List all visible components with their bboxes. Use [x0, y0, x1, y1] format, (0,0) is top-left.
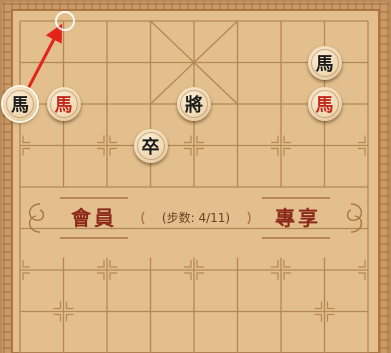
piece-glyph: 卒	[141, 136, 160, 158]
chess-board[interactable]: 會員 (步数: 4/11) 專享 馬馬馬將馬卒	[0, 0, 391, 353]
piece-glyph: 馬	[11, 95, 29, 116]
piece-red-horse-left[interactable]: 馬	[46, 87, 81, 121]
step-counter: (步数: 4/11)	[161, 211, 231, 225]
river-label-left: 會員	[71, 206, 117, 230]
piece-black-horse-top[interactable]: 馬	[307, 45, 342, 80]
piece-red-horse-right[interactable]: 馬	[307, 87, 342, 121]
piece-black-horse-selected[interactable]: 馬	[3, 87, 37, 121]
river-label-right: 專享	[275, 206, 321, 230]
piece-glyph: 將	[185, 95, 203, 116]
piece-black-general[interactable]: 將	[177, 87, 211, 121]
piece-black-soldier[interactable]: 卒	[133, 128, 168, 163]
piece-glyph: 馬	[54, 95, 73, 116]
move-target-marker[interactable]	[55, 11, 75, 31]
piece-glyph: 馬	[315, 95, 334, 116]
piece-glyph: 馬	[315, 53, 334, 75]
